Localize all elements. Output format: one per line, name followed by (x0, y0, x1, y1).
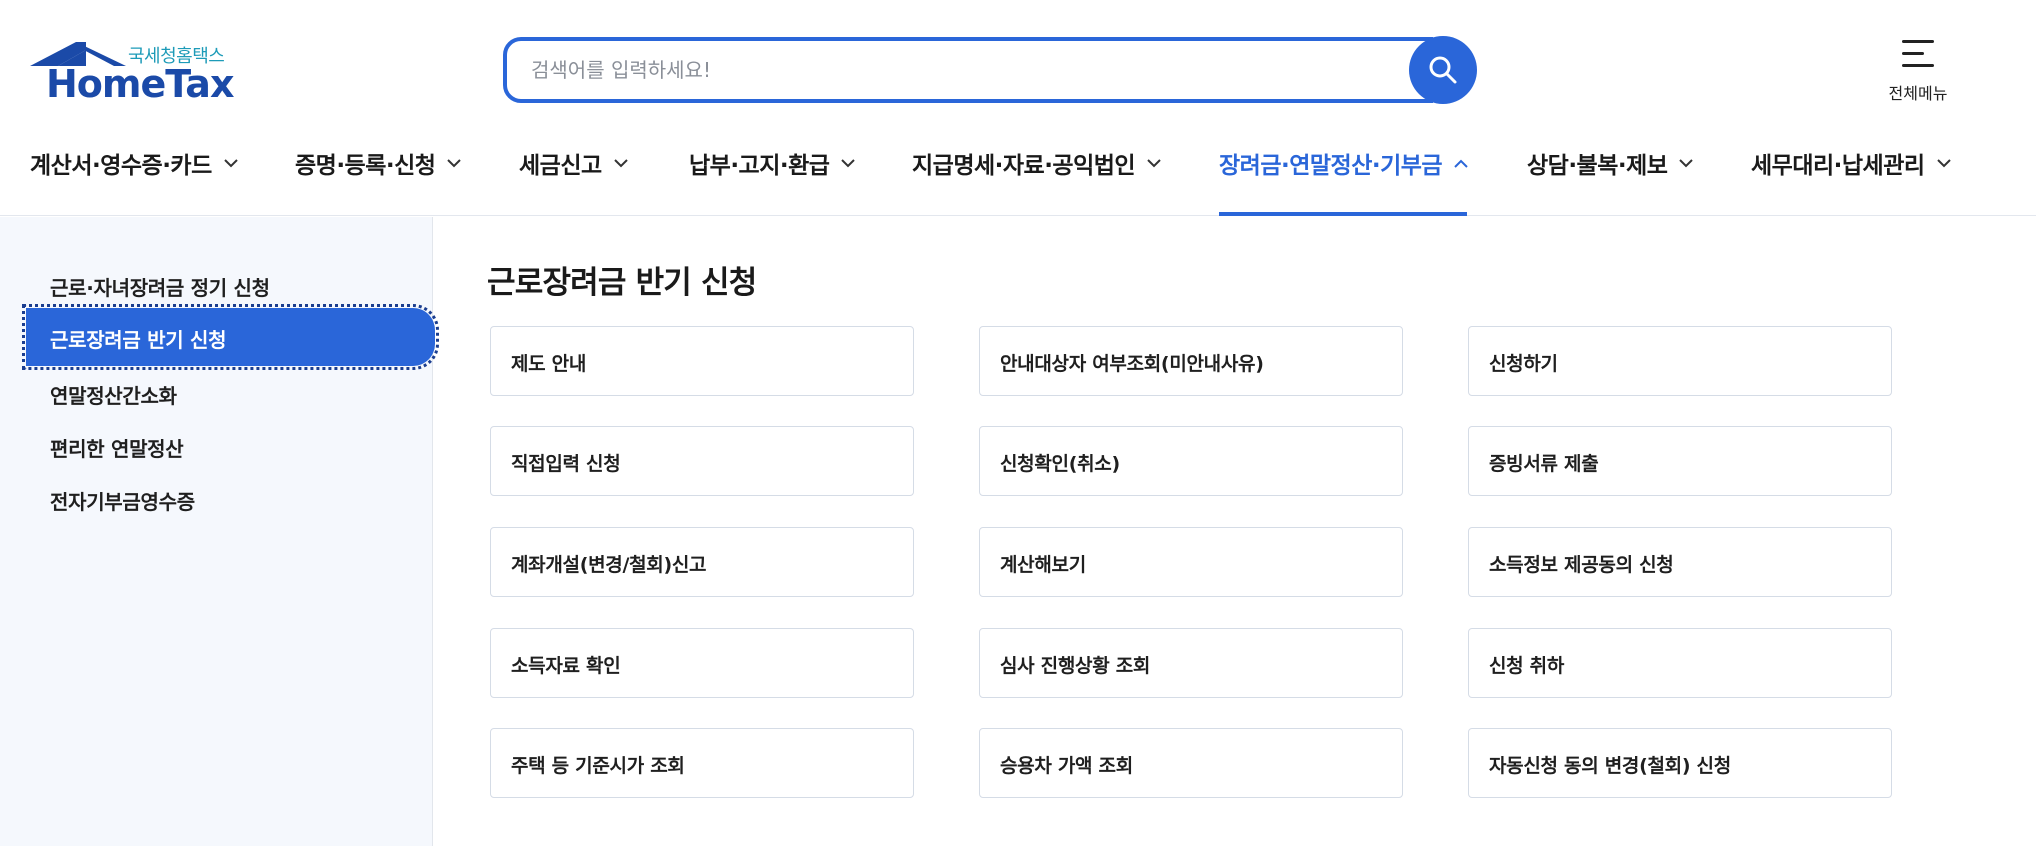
sidebar-item-year-end-simplified[interactable]: 연말정산간소화 (50, 380, 177, 409)
card-direct-input[interactable]: 직접입력 신청 (490, 426, 914, 496)
gnb-item-label: 장려금·연말정산·기부금 (1219, 153, 1443, 179)
chevron-down-icon (1936, 159, 1951, 168)
card-label: 소득정보 제공동의 신청 (1489, 554, 1674, 576)
gnb-item-label: 증명·등록·신청 (295, 153, 436, 179)
card-label: 안내대상자 여부조회(미안내사유) (1000, 353, 1264, 375)
chevron-down-icon (841, 159, 856, 168)
gnb-item-label: 계산서·영수증·카드 (30, 153, 212, 179)
card-label: 자동신청 동의 변경(철회) 신청 (1489, 755, 1731, 777)
gnb-item-label: 세무대리·납세관리 (1751, 153, 1925, 179)
gnb-item-payment[interactable]: 납부·고지·환급 (689, 146, 856, 216)
gnb-active-underline (1219, 212, 1467, 216)
gnb-item-label: 납부·고지·환급 (689, 153, 830, 179)
chevron-down-icon (1679, 159, 1694, 168)
chevron-down-icon (1147, 159, 1161, 168)
gnb-item-incentive[interactable]: 장려금·연말정산·기부금 (1219, 146, 1468, 216)
logo-english-text: HomeTax (46, 62, 234, 106)
card-car-value[interactable]: 승용차 가액 조회 (979, 728, 1403, 798)
all-menu-label: 전체메뉴 (1888, 84, 1948, 103)
card-system-guide[interactable]: 제도 안내 (490, 326, 914, 396)
gnb-item-tax-return[interactable]: 세금신고 (519, 146, 628, 216)
card-apply[interactable]: 신청하기 (1468, 326, 1892, 396)
gnb-item-payment-statement[interactable]: 지급명세·자료·공익법인 (912, 146, 1161, 216)
gnb-item-label: 세금신고 (519, 153, 602, 179)
card-eligibility-check[interactable]: 안내대상자 여부조회(미안내사유) (979, 326, 1403, 396)
page-title: 근로장려금 반기 신청 (487, 265, 757, 301)
chevron-down-icon (613, 159, 628, 168)
card-income-check[interactable]: 소득자료 확인 (490, 628, 914, 698)
card-label: 신청확인(취소) (1000, 453, 1120, 475)
card-submit-documents[interactable]: 증빙서류 제출 (1468, 426, 1892, 496)
card-calculator[interactable]: 계산해보기 (979, 527, 1403, 597)
global-navigation: 계산서·영수증·카드 증명·등록·신청 세금신고 납부·고지·환급 지급명세·자… (0, 140, 2036, 216)
all-menu-button[interactable]: 전체메뉴 (1868, 34, 1968, 106)
card-label: 제도 안내 (511, 353, 587, 375)
card-label: 직접입력 신청 (511, 453, 621, 475)
card-auto-consent-change[interactable]: 자동신청 동의 변경(철회) 신청 (1468, 728, 1892, 798)
search-input[interactable] (531, 55, 1381, 85)
hamburger-icon (1902, 38, 1934, 68)
gnb-item-certificate[interactable]: 증명·등록·신청 (295, 146, 462, 216)
card-label: 계산해보기 (1000, 554, 1086, 576)
card-withdraw[interactable]: 신청 취하 (1468, 628, 1892, 698)
sidebar-item-half-year-application[interactable]: 근로장려금 반기 신청 (22, 304, 439, 370)
sidebar-item-regular-application[interactable]: 근로·자녀장려금 정기 신청 (50, 272, 270, 301)
search-button[interactable] (1409, 36, 1477, 104)
card-label: 신청하기 (1489, 353, 1558, 375)
card-income-consent[interactable]: 소득정보 제공동의 신청 (1468, 527, 1892, 597)
gnb-item-consultation[interactable]: 상담·불복·제보 (1527, 146, 1694, 216)
card-account-report[interactable]: 계좌개설(변경/철회)신고 (490, 527, 914, 597)
card-review-status[interactable]: 심사 진행상황 조회 (979, 628, 1403, 698)
card-label: 심사 진행상황 조회 (1000, 655, 1151, 677)
card-label: 증빙서류 제출 (1489, 453, 1599, 475)
sidebar-item-convenient-year-end[interactable]: 편리한 연말정산 (50, 433, 184, 462)
card-application-confirm[interactable]: 신청확인(취소) (979, 426, 1403, 496)
gnb-item-invoice[interactable]: 계산서·영수증·카드 (30, 146, 238, 216)
chevron-up-icon (1454, 159, 1468, 168)
gnb-item-label: 지급명세·자료·공익법인 (912, 153, 1136, 179)
card-label: 승용차 가액 조회 (1000, 755, 1133, 777)
card-label: 계좌개설(변경/철회)신고 (511, 554, 707, 576)
header: 국세청홈택스 HomeTax 전체메뉴 계산서·영수증·카드 증명·등록·신청 (0, 0, 2036, 216)
card-label: 주택 등 기준시가 조회 (511, 755, 685, 777)
card-label: 신청 취하 (1489, 655, 1565, 677)
gnb-item-label: 상담·불복·제보 (1527, 153, 1668, 179)
chevron-down-icon (224, 159, 238, 168)
chevron-down-icon (447, 159, 462, 168)
search-bar (503, 36, 1477, 104)
sidebar-item-donation-receipt[interactable]: 전자기부금영수증 (50, 486, 195, 515)
card-housing-price[interactable]: 주택 등 기준시가 조회 (490, 728, 914, 798)
sidebar-item-label: 근로장려금 반기 신청 (50, 328, 227, 352)
card-label: 소득자료 확인 (511, 655, 621, 677)
search-icon (1429, 56, 1457, 84)
gnb-item-tax-agent[interactable]: 세무대리·납세관리 (1751, 146, 1951, 216)
hometax-logo[interactable]: 국세청홈택스 HomeTax (28, 36, 238, 106)
search-box (503, 37, 1433, 103)
